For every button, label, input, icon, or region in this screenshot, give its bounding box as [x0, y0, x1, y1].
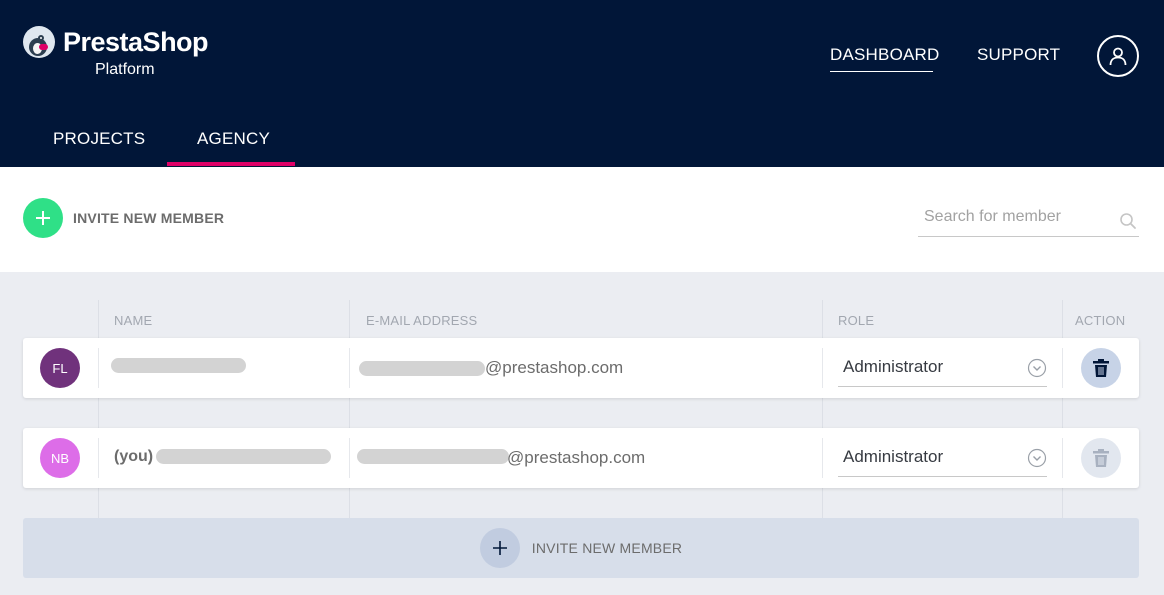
- avatar: NB: [40, 438, 80, 478]
- you-label: (you): [114, 448, 154, 465]
- user-icon: [1109, 47, 1127, 66]
- delete-member-button-disabled[interactable]: [1081, 438, 1121, 478]
- member-search: [918, 204, 1139, 237]
- member-row: FL @prestashop.com Administrator: [23, 338, 1139, 398]
- brand-subtitle: Platform: [95, 61, 155, 78]
- trash-icon: [1093, 359, 1109, 377]
- email-domain: @prestashop.com: [507, 448, 646, 467]
- email-domain: @prestashop.com: [485, 358, 624, 377]
- nav-dashboard-label: DASHBOARD: [830, 45, 940, 64]
- member-row: NB (you) @prestashop.com Administrator: [23, 428, 1139, 488]
- members-toolbar: INVITE NEW MEMBER: [0, 167, 1164, 272]
- header-name: NAME: [114, 313, 153, 328]
- header-role: ROLE: [838, 313, 875, 328]
- plus-icon: [479, 528, 520, 568]
- plus-icon: [23, 198, 63, 238]
- search-input[interactable]: [918, 204, 1108, 230]
- invite-new-member-label: INVITE NEW MEMBER: [531, 540, 683, 556]
- avatar: FL: [40, 348, 80, 388]
- redacted-name: [156, 449, 331, 464]
- chevron-down-icon: [1027, 448, 1047, 468]
- top-header: PrestaShop Platform DASHBOARD SUPPORT PR…: [0, 0, 1164, 167]
- invite-new-member-button[interactable]: INVITE NEW MEMBER: [23, 198, 224, 238]
- tab-agency-active-indicator: [167, 162, 295, 166]
- chevron-down-icon: [1027, 358, 1047, 378]
- redacted-name: [111, 358, 246, 373]
- brand-name: PrestaShop: [63, 27, 209, 57]
- user-menu-button[interactable]: [1097, 35, 1139, 77]
- invite-new-member-row-button[interactable]: INVITE NEW MEMBER: [23, 518, 1139, 578]
- nav-dashboard-underline: [830, 71, 933, 72]
- role-value: Administrator: [843, 447, 944, 466]
- header-action: ACTION: [1075, 313, 1126, 328]
- puffin-logo-icon: [23, 26, 55, 58]
- role-select[interactable]: Administrator: [838, 348, 1047, 387]
- role-value: Administrator: [843, 357, 944, 376]
- redacted-email: [357, 449, 509, 464]
- nav-support[interactable]: SUPPORT: [977, 45, 1060, 65]
- delete-member-button[interactable]: [1081, 348, 1121, 388]
- invite-new-member-label: INVITE NEW MEMBER: [73, 210, 225, 226]
- header-email: E-MAIL ADDRESS: [366, 313, 478, 328]
- role-select[interactable]: Administrator: [838, 438, 1047, 477]
- tab-agency[interactable]: AGENCY: [197, 129, 270, 149]
- redacted-email: [359, 361, 485, 376]
- nav-dashboard[interactable]: DASHBOARD: [830, 45, 940, 72]
- search-icon[interactable]: [1119, 212, 1137, 230]
- tab-projects[interactable]: PROJECTS: [53, 129, 145, 149]
- trash-icon: [1093, 449, 1109, 467]
- prestashop-logo[interactable]: PrestaShop Platform: [23, 26, 209, 81]
